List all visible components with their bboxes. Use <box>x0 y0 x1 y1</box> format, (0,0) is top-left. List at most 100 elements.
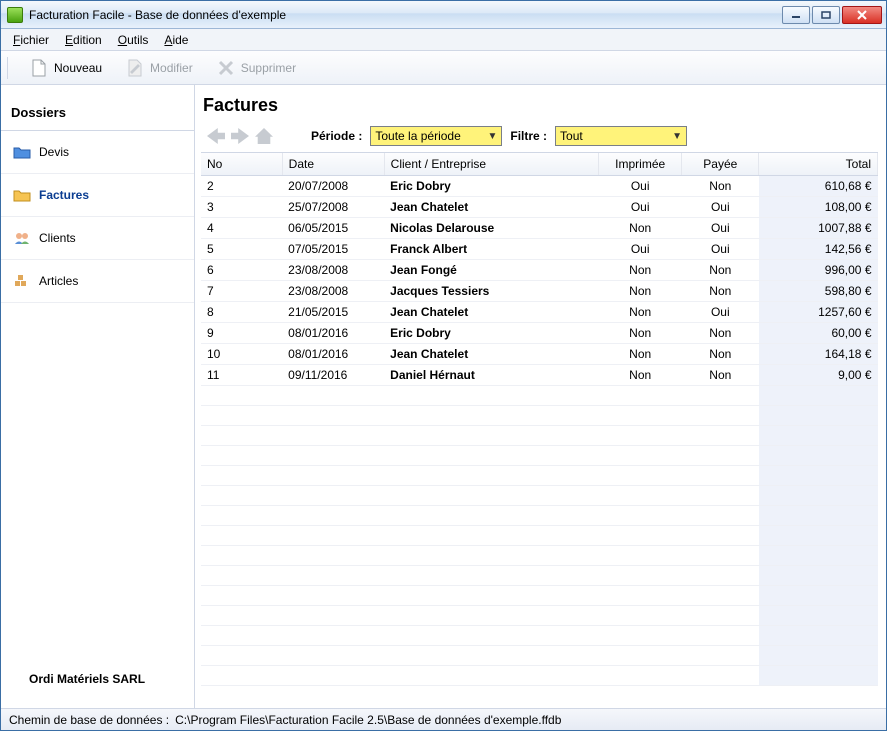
cell-client: Franck Albert <box>384 239 598 260</box>
table-row[interactable]: 1008/01/2016Jean ChateletNonNon164,18 € <box>201 344 878 365</box>
cell-total: 60,00 € <box>759 323 878 344</box>
toolbar-label: Nouveau <box>54 61 102 75</box>
col-date[interactable]: Date <box>282 153 384 176</box>
page-title: Factures <box>203 95 878 116</box>
menu-bar: Fichier Edition Outils Aide <box>1 29 886 51</box>
sidebar-item-articles[interactable]: Articles <box>1 260 194 303</box>
statusbar-value: C:\Program Files\Facturation Facile 2.5\… <box>175 713 561 727</box>
nav-forward-icon[interactable] <box>231 128 249 144</box>
cell-imprimee: Non <box>599 260 682 281</box>
menu-outils[interactable]: Outils <box>112 31 155 49</box>
table-row[interactable]: 406/05/2015Nicolas DelarouseNonOui1007,8… <box>201 218 878 239</box>
cell-imprimee: Non <box>599 281 682 302</box>
col-imprimee[interactable]: Imprimée <box>599 153 682 176</box>
window-title: Facturation Facile - Base de données d'e… <box>29 8 782 22</box>
periode-label: Période : <box>311 129 362 143</box>
sidebar-footer: Ordi Matériels SARL <box>1 658 194 708</box>
table-header-row: No Date Client / Entreprise Imprimée Pay… <box>201 153 878 176</box>
cell-payee: Non <box>682 365 759 386</box>
table-row-empty <box>201 606 878 626</box>
filtre-label: Filtre : <box>510 129 547 143</box>
sidebar-item-clients[interactable]: Clients <box>1 217 194 260</box>
menu-edition[interactable]: Edition <box>59 31 108 49</box>
table-row-empty <box>201 646 878 666</box>
toolbar-label: Supprimer <box>241 61 296 75</box>
table-row[interactable]: 507/05/2015Franck AlbertOuiOui142,56 € <box>201 239 878 260</box>
table-row[interactable]: 325/07/2008Jean ChateletOuiOui108,00 € <box>201 197 878 218</box>
minimize-button[interactable] <box>782 6 810 24</box>
menu-fichier[interactable]: Fichier <box>7 31 55 49</box>
col-total[interactable]: Total <box>759 153 878 176</box>
nav-back-icon[interactable] <box>207 128 225 144</box>
sidebar-item-label: Articles <box>39 274 78 288</box>
chevron-down-icon: ▼ <box>672 131 682 142</box>
cell-client: Eric Dobry <box>384 176 598 197</box>
cell-total: 598,80 € <box>759 281 878 302</box>
toolbar-label: Modifier <box>150 61 193 75</box>
cell-payee: Non <box>682 176 759 197</box>
sidebar-item-label: Clients <box>39 231 76 245</box>
cell-payee: Oui <box>682 197 759 218</box>
periode-combo[interactable]: Toute la période ▼ <box>370 126 502 146</box>
cell-no: 9 <box>201 323 282 344</box>
menu-aide[interactable]: Aide <box>158 31 194 49</box>
table-row[interactable]: 821/05/2015Jean ChateletNonOui1257,60 € <box>201 302 878 323</box>
cell-payee: Oui <box>682 302 759 323</box>
table-row-empty <box>201 406 878 426</box>
close-button[interactable] <box>842 6 882 24</box>
filtre-value: Tout <box>560 129 583 143</box>
sidebar-item-devis[interactable]: Devis <box>1 131 194 174</box>
table-row-empty <box>201 626 878 646</box>
cell-payee: Oui <box>682 218 759 239</box>
col-payee[interactable]: Payée <box>682 153 759 176</box>
folder-blue-icon <box>13 145 31 159</box>
cell-imprimee: Non <box>599 218 682 239</box>
sidebar-item-factures[interactable]: Factures <box>1 174 194 217</box>
cell-total: 164,18 € <box>759 344 878 365</box>
chevron-down-icon: ▼ <box>487 131 497 142</box>
cell-date: 20/07/2008 <box>282 176 384 197</box>
content-pane: Factures Période : Toute la période ▼ Fi… <box>195 85 886 708</box>
col-no[interactable]: No <box>201 153 282 176</box>
table-row-empty <box>201 666 878 686</box>
cell-no: 10 <box>201 344 282 365</box>
cell-total: 108,00 € <box>759 197 878 218</box>
cell-date: 08/01/2016 <box>282 323 384 344</box>
edit-document-icon <box>126 59 144 77</box>
supprimer-button: Supprimer <box>211 56 302 80</box>
cell-payee: Non <box>682 281 759 302</box>
maximize-button[interactable] <box>812 6 840 24</box>
main-area: Dossiers Devis Factures Clients Articles <box>1 85 886 708</box>
new-document-icon <box>30 59 48 77</box>
table-row[interactable]: 908/01/2016Eric DobryNonNon60,00 € <box>201 323 878 344</box>
nav-home-icon[interactable] <box>255 128 273 144</box>
cell-no: 11 <box>201 365 282 386</box>
modifier-button: Modifier <box>120 56 199 80</box>
table-row-empty <box>201 486 878 506</box>
table-row-empty <box>201 506 878 526</box>
cell-date: 23/08/2008 <box>282 260 384 281</box>
cell-date: 06/05/2015 <box>282 218 384 239</box>
table-row[interactable]: 220/07/2008Eric DobryOuiNon610,68 € <box>201 176 878 197</box>
status-bar: Chemin de base de données : C:\Program F… <box>1 708 886 730</box>
table-row[interactable]: 723/08/2008Jacques TessiersNonNon598,80 … <box>201 281 878 302</box>
cell-imprimee: Non <box>599 323 682 344</box>
filtre-combo[interactable]: Tout ▼ <box>555 126 687 146</box>
cell-payee: Non <box>682 344 759 365</box>
col-client[interactable]: Client / Entreprise <box>384 153 598 176</box>
nouveau-button[interactable]: Nouveau <box>24 56 108 80</box>
table-row[interactable]: 1109/11/2016Daniel HérnautNonNon9,00 € <box>201 365 878 386</box>
cell-client: Jean Fongé <box>384 260 598 281</box>
app-icon <box>7 7 23 23</box>
cell-total: 142,56 € <box>759 239 878 260</box>
cell-imprimee: Oui <box>599 239 682 260</box>
cell-imprimee: Oui <box>599 176 682 197</box>
cell-no: 8 <box>201 302 282 323</box>
table-row[interactable]: 623/08/2008Jean FongéNonNon996,00 € <box>201 260 878 281</box>
cell-payee: Non <box>682 323 759 344</box>
cell-no: 3 <box>201 197 282 218</box>
articles-icon <box>13 274 31 288</box>
cell-total: 610,68 € <box>759 176 878 197</box>
filters-row: Période : Toute la période ▼ Filtre : To… <box>201 124 878 152</box>
cell-client: Jean Chatelet <box>384 302 598 323</box>
